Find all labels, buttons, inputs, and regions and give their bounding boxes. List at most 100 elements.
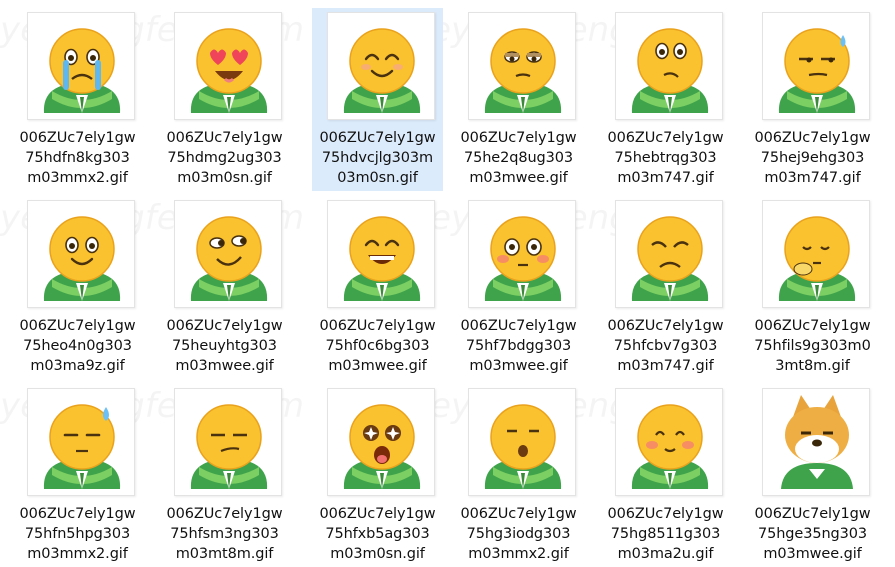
smug-emoji-icon xyxy=(174,388,282,496)
whistling-emoji-icon xyxy=(468,388,576,496)
file-name-line1: 006ZUc7ely1gw xyxy=(19,506,136,522)
file-name-line3: m03ma2u.gif xyxy=(617,546,714,562)
speechless-sweat-emoji-icon-graphic xyxy=(43,404,121,489)
file-name: 006ZUc7ely1gw 75hebtrqg303 m03m747.gif xyxy=(600,128,731,188)
file-name-line2: 75hfn5hpg303 xyxy=(24,526,131,542)
file-name-line3: m03mwee.gif xyxy=(469,170,568,186)
grinning-emoji-icon xyxy=(27,200,135,308)
file-name: 006ZUc7ely1gw 75hdvcjlg303m 03m0sn.gif xyxy=(312,128,443,188)
file-item[interactable]: 006ZUc7ely1gw 75hf7bdgg303 m03mwee.gif xyxy=(453,196,584,379)
file-name-line1: 006ZUc7ely1gw xyxy=(319,506,436,522)
file-name-line3: m03mmx2.gif xyxy=(27,170,128,186)
worried-emoji-icon-graphic xyxy=(631,216,709,301)
thinking-emoji-icon xyxy=(615,12,723,120)
sweat-side-eye-emoji-icon-graphic xyxy=(778,28,856,113)
file-name-line2: 75hf0c6bg303 xyxy=(325,338,430,354)
pondering-emoji-icon xyxy=(762,200,870,308)
file-name-line2: 75hf7bdgg303 xyxy=(465,338,572,354)
file-name: 006ZUc7ely1gw 75hdmg2ug303 m03m0sn.gif xyxy=(159,128,290,188)
file-name-line1: 006ZUc7ely1gw xyxy=(460,318,577,334)
file-name-line3: m03mwee.gif xyxy=(175,358,274,374)
file-name-line2: 75hg8511g303 xyxy=(610,526,721,542)
file-name-line1: 006ZUc7ely1gw xyxy=(754,318,871,334)
doge-emoji-icon-graphic xyxy=(781,395,853,489)
file-item[interactable]: 006ZUc7ely1gw 75hdmg2ug303 m03m0sn.gif xyxy=(159,8,290,191)
file-name-line1: 006ZUc7ely1gw xyxy=(166,318,283,334)
crying-emoji-icon-graphic xyxy=(43,28,121,113)
smirk-eyes-emoji-icon xyxy=(174,200,282,308)
file-item[interactable]: 006ZUc7ely1gw 75hg3iodg303 m03mmx2.gif xyxy=(453,384,584,567)
file-item[interactable]: 006ZUc7ely1gw 75hf0c6bg303 m03mwee.gif xyxy=(312,196,443,379)
file-item[interactable]: 006ZUc7ely1gw 75hfsm3ng303 m03mt8m.gif xyxy=(159,384,290,567)
file-name-line2: 75hfcbv7g303 xyxy=(613,338,718,354)
file-item[interactable]: 006ZUc7ely1gw 75hg8511g303 m03ma2u.gif xyxy=(600,384,731,567)
file-name-line3: 03m0sn.gif xyxy=(337,170,418,186)
file-name-line1: 006ZUc7ely1gw xyxy=(460,506,577,522)
file-name-line3: m03mwee.gif xyxy=(469,358,568,374)
file-name-line2: 75hej9ehg303 xyxy=(760,150,865,166)
file-name-line2: 75hdfn8kg303 xyxy=(25,150,130,166)
file-name-line3: m03m747.gif xyxy=(617,358,714,374)
file-name: 006ZUc7ely1gw 75hf0c6bg303 m03mwee.gif xyxy=(312,316,443,376)
file-name-line3: m03m747.gif xyxy=(617,170,714,186)
file-item[interactable]: 006ZUc7ely1gw 75heuyhtg303 m03mwee.gif xyxy=(159,196,290,379)
file-item[interactable]: 006ZUc7ely1gw 75hge35ng303 m03mwee.gif xyxy=(747,384,878,567)
crying-emoji-icon xyxy=(27,12,135,120)
file-name-line2: 75hg3iodg303 xyxy=(466,526,571,542)
doge-emoji-icon xyxy=(762,388,870,496)
file-name-line2: 75hfxb5ag303 xyxy=(325,526,430,542)
file-name-line2: 75he2q8ug303 xyxy=(463,150,574,166)
file-name-line1: 006ZUc7ely1gw xyxy=(166,130,283,146)
heart-eyes-emoji-icon-graphic xyxy=(190,28,268,113)
smiling-emoji-icon xyxy=(327,12,435,120)
file-name-line3: m03m0sn.gif xyxy=(330,546,425,562)
file-name-line1: 006ZUc7ely1gw xyxy=(19,130,136,146)
whistling-emoji-icon-graphic xyxy=(484,404,562,489)
file-name: 006ZUc7ely1gw 75hge35ng303 m03mwee.gif xyxy=(747,504,878,564)
file-name: 006ZUc7ely1gw 75hg8511g303 m03ma2u.gif xyxy=(600,504,731,564)
file-name: 006ZUc7ely1gw 75heuyhtg303 m03mwee.gif xyxy=(159,316,290,376)
heart-eyes-emoji-icon xyxy=(174,12,282,120)
file-name: 006ZUc7ely1gw 75he2q8ug303 m03mwee.gif xyxy=(453,128,584,188)
file-name-line1: 006ZUc7ely1gw xyxy=(607,506,724,522)
flushed-emoji-icon xyxy=(468,200,576,308)
file-name-line2: 75heuyhtg303 xyxy=(172,338,277,354)
file-name-line2: 75hebtrqg303 xyxy=(614,150,717,166)
file-grid: yeyulingfeng.com yeyulingfeng.com yeyuli… xyxy=(0,0,895,563)
file-item[interactable]: 006ZUc7ely1gw 75hebtrqg303 m03m747.gif xyxy=(600,8,731,191)
star-eyes-emoji-icon-graphic xyxy=(343,404,421,489)
file-item[interactable]: 006ZUc7ely1gw 75he2q8ug303 m03mwee.gif xyxy=(453,8,584,191)
file-name-line3: m03mwee.gif xyxy=(763,546,862,562)
file-item[interactable]: 006ZUc7ely1gw 75hfxb5ag303 m03m0sn.gif xyxy=(312,384,443,567)
file-name-line3: m03mmx2.gif xyxy=(468,546,569,562)
file-name: 006ZUc7ely1gw 75hfn5hpg303 m03mmx2.gif xyxy=(12,504,143,564)
file-name-line3: m03mmx2.gif xyxy=(27,546,128,562)
file-name-line2: 75hfsm3ng303 xyxy=(170,526,279,542)
file-item[interactable]: 006ZUc7ely1gw 75hfn5hpg303 m03mmx2.gif xyxy=(12,384,143,567)
file-name-line3: m03m0sn.gif xyxy=(177,170,272,186)
file-item[interactable]: 006ZUc7ely1gw 75hfcbv7g303 m03m747.gif xyxy=(600,196,731,379)
file-item[interactable]: 006ZUc7ely1gw 75hej9ehg303 m03m747.gif xyxy=(747,8,878,191)
file-name-line3: m03mwee.gif xyxy=(328,358,427,374)
file-item[interactable]: 006ZUc7ely1gw 75hdvcjlg303m 03m0sn.gif xyxy=(312,8,443,191)
unamused-emoji-icon xyxy=(468,12,576,120)
file-item[interactable]: 006ZUc7ely1gw 75hdfn8kg303 m03mmx2.gif xyxy=(12,8,143,191)
speechless-sweat-emoji-icon xyxy=(27,388,135,496)
file-name-line2: 75heo4n0g303 xyxy=(23,338,132,354)
smiling-emoji-icon-graphic xyxy=(343,28,421,113)
file-name-line3: m03ma9z.gif xyxy=(30,358,125,374)
smug-emoji-icon-graphic xyxy=(190,404,268,489)
file-item[interactable]: 006ZUc7ely1gw 75hfils9g303m0 3mt8m.gif xyxy=(747,196,878,379)
file-name-line1: 006ZUc7ely1gw xyxy=(166,506,283,522)
star-eyes-emoji-icon xyxy=(327,388,435,496)
grinning-emoji-icon-graphic xyxy=(43,216,121,301)
file-name-line2: 75hdmg2ug303 xyxy=(167,150,282,166)
smirk-eyes-emoji-icon-graphic xyxy=(190,216,268,301)
file-name: 006ZUc7ely1gw 75hfxb5ag303 m03m0sn.gif xyxy=(312,504,443,564)
file-item[interactable]: 006ZUc7ely1gw 75heo4n0g303 m03ma9z.gif xyxy=(12,196,143,379)
file-name-line1: 006ZUc7ely1gw xyxy=(319,318,436,334)
file-name-line3: m03mt8m.gif xyxy=(175,546,274,562)
file-name-line1: 006ZUc7ely1gw xyxy=(607,318,724,334)
file-name: 006ZUc7ely1gw 75hfsm3ng303 m03mt8m.gif xyxy=(159,504,290,564)
file-name-line1: 006ZUc7ely1gw xyxy=(19,318,136,334)
